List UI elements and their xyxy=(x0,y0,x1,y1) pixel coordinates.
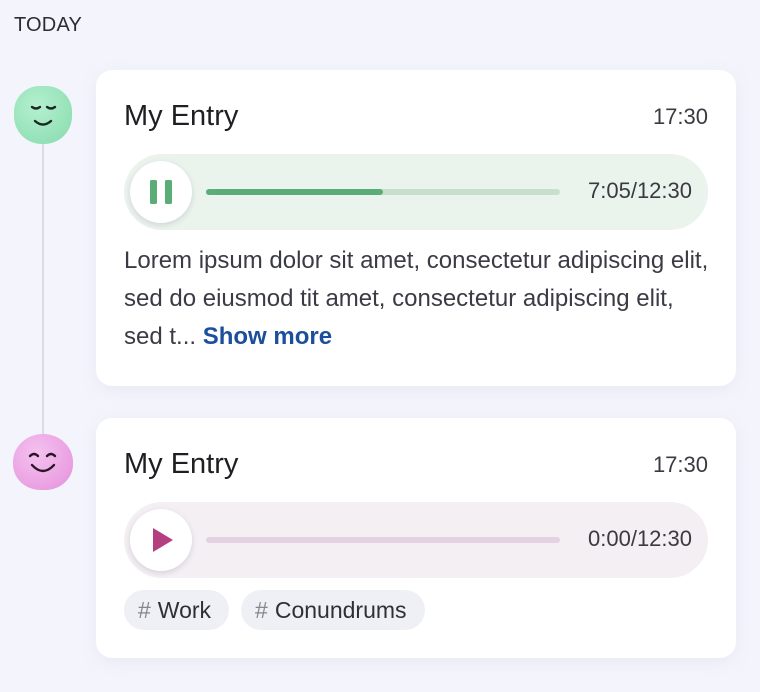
section-label: TODAY xyxy=(14,14,83,36)
play-icon xyxy=(153,528,173,552)
entry-time: 17:30 xyxy=(652,452,708,477)
hash-icon: # xyxy=(255,596,268,623)
entry-title: My Entry xyxy=(124,448,239,480)
show-more-link[interactable]: Show more xyxy=(203,323,332,350)
timeline-connector xyxy=(42,140,44,440)
entry-text: Lorem ipsum dolor sit amet, consectetur … xyxy=(124,242,714,356)
tag-list: # Work # Conundrums xyxy=(124,590,425,630)
pause-button[interactable] xyxy=(130,161,192,223)
mood-face-icon xyxy=(14,86,72,144)
play-button[interactable] xyxy=(130,509,192,571)
playback-time: 7:05/12:30 xyxy=(588,178,692,203)
pause-icon xyxy=(150,180,172,204)
progress-track[interactable] xyxy=(206,189,560,195)
playback-time: 0:00/12:30 xyxy=(588,526,692,551)
entry-time: 17:30 xyxy=(652,104,708,129)
audio-player: 0:00/12:30 xyxy=(124,502,708,578)
mood-face-icon xyxy=(13,434,73,490)
hash-icon: # xyxy=(138,596,151,623)
progress-track[interactable] xyxy=(206,537,560,543)
entry-card[interactable]: My Entry 17:30 7:05/12:30 Lorem ipsum do… xyxy=(96,70,736,386)
tag-work[interactable]: # Work xyxy=(124,590,230,630)
tag-label: Conundrums xyxy=(274,596,407,623)
tag-conundrums[interactable]: # Conundrums xyxy=(241,590,425,630)
audio-player: 7:05/12:30 xyxy=(124,154,708,230)
entry-card[interactable]: My Entry 17:30 0:00/12:30 # Work # Conun… xyxy=(96,418,736,658)
progress-fill xyxy=(206,189,383,195)
entry-title: My Entry xyxy=(124,100,239,132)
tag-label: Work xyxy=(157,596,212,623)
